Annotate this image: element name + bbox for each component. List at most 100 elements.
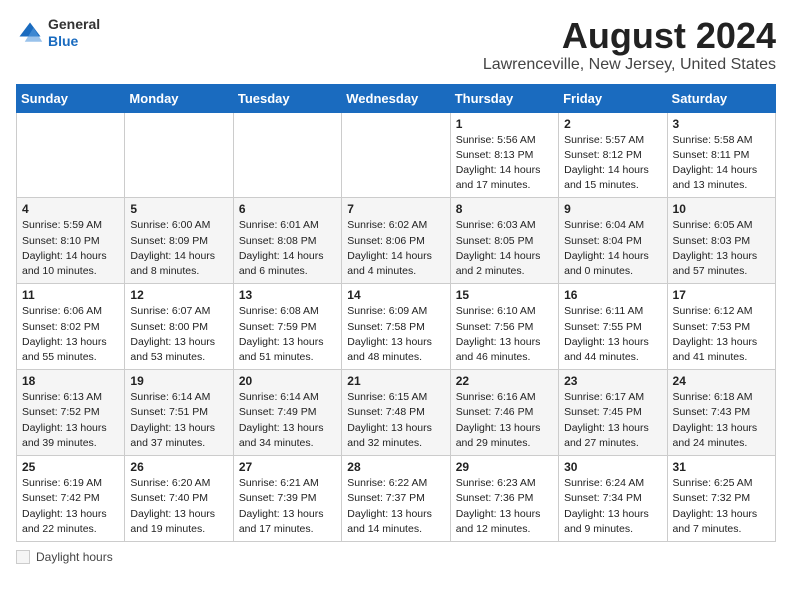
day-number: 15 (456, 288, 553, 302)
day-info: Sunrise: 6:03 AM Sunset: 8:05 PM Dayligh… (456, 218, 553, 279)
day-number: 4 (22, 202, 119, 216)
subtitle: Lawrenceville, New Jersey, United States (483, 56, 776, 74)
day-number: 25 (22, 460, 119, 474)
day-number: 20 (239, 374, 336, 388)
weekday-header: Tuesday (233, 84, 341, 112)
day-info: Sunrise: 5:58 AM Sunset: 8:11 PM Dayligh… (673, 133, 770, 194)
day-number: 22 (456, 374, 553, 388)
day-info: Sunrise: 5:59 AM Sunset: 8:10 PM Dayligh… (22, 218, 119, 279)
calendar-cell: 14 Sunrise: 6:09 AM Sunset: 7:58 PM Dayli… (342, 284, 450, 370)
calendar-week-row: 4 Sunrise: 5:59 AM Sunset: 8:10 PM Daylig… (17, 198, 776, 284)
day-number: 1 (456, 117, 553, 131)
daylight-label: Daylight hours (36, 550, 113, 564)
calendar-cell: 7Sunrise: 6:02 AM Sunset: 8:06 PM Daylig… (342, 198, 450, 284)
day-info: Sunrise: 6:24 AM Sunset: 7:34 PM Dayligh… (564, 476, 661, 537)
calendar-cell: 17Sunrise: 6:12 AM Sunset: 7:53 PM Dayli… (667, 284, 775, 370)
calendar-cell: 15 Sunrise: 6:10 AM Sunset: 7:56 PM Dayli… (450, 284, 558, 370)
calendar-cell: 10 Sunrise: 6:05 AM Sunset: 8:03 PM Dayli… (667, 198, 775, 284)
day-number: 26 (130, 460, 227, 474)
day-info: Sunrise: 5:56 AM Sunset: 8:13 PM Dayligh… (456, 133, 553, 194)
day-info: Sunrise: 6:08 AM Sunset: 7:59 PM Dayligh… (239, 304, 336, 365)
day-info: Sunrise: 6:19 AM Sunset: 7:42 PM Dayligh… (22, 476, 119, 537)
main-title: August 2024 (483, 16, 776, 56)
calendar-week-row: 11Sunrise: 6:06 AM Sunset: 8:02 PM Dayli… (17, 284, 776, 370)
day-info: Sunrise: 6:22 AM Sunset: 7:37 PM Dayligh… (347, 476, 444, 537)
day-info: Sunrise: 6:18 AM Sunset: 7:43 PM Dayligh… (673, 390, 770, 451)
day-info: Sunrise: 6:21 AM Sunset: 7:39 PM Dayligh… (239, 476, 336, 537)
calendar-week-row: 25 Sunrise: 6:19 AM Sunset: 7:42 PM Dayli… (17, 456, 776, 542)
calendar-cell: 30Sunrise: 6:24 AM Sunset: 7:34 PM Dayli… (559, 456, 667, 542)
calendar-cell: 6Sunrise: 6:01 AM Sunset: 8:08 PM Daylig… (233, 198, 341, 284)
calendar-cell: 21 Sunrise: 6:15 AM Sunset: 7:48 PM Dayli… (342, 370, 450, 456)
day-info: Sunrise: 6:20 AM Sunset: 7:40 PM Dayligh… (130, 476, 227, 537)
day-number: 7 (347, 202, 444, 216)
calendar-cell: 9 Sunrise: 6:04 AM Sunset: 8:04 PM Daylig… (559, 198, 667, 284)
calendar-cell: 11Sunrise: 6:06 AM Sunset: 8:02 PM Dayli… (17, 284, 125, 370)
day-number: 12 (130, 288, 227, 302)
day-info: Sunrise: 6:14 AM Sunset: 7:49 PM Dayligh… (239, 390, 336, 451)
day-number: 6 (239, 202, 336, 216)
logo-text: General Blue (48, 16, 100, 50)
calendar-cell: 31Sunrise: 6:25 AM Sunset: 7:32 PM Dayli… (667, 456, 775, 542)
day-number: 29 (456, 460, 553, 474)
day-info: Sunrise: 6:23 AM Sunset: 7:36 PM Dayligh… (456, 476, 553, 537)
calendar-cell: 29 Sunrise: 6:23 AM Sunset: 7:36 PM Dayli… (450, 456, 558, 542)
calendar-cell (17, 112, 125, 198)
day-info: Sunrise: 6:14 AM Sunset: 7:51 PM Dayligh… (130, 390, 227, 451)
day-info: Sunrise: 5:57 AM Sunset: 8:12 PM Dayligh… (564, 133, 661, 194)
day-info: Sunrise: 6:05 AM Sunset: 8:03 PM Dayligh… (673, 218, 770, 279)
weekday-header: Thursday (450, 84, 558, 112)
day-number: 10 (673, 202, 770, 216)
weekday-row: SundayMondayTuesdayWednesdayThursdayFrid… (17, 84, 776, 112)
logo-blue: Blue (48, 33, 78, 49)
daylight-box (16, 550, 30, 564)
calendar-header: SundayMondayTuesdayWednesdayThursdayFrid… (17, 84, 776, 112)
day-number: 17 (673, 288, 770, 302)
weekday-header: Saturday (667, 84, 775, 112)
calendar-week-row: 1 Sunrise: 5:56 AM Sunset: 8:13 PM Daylig… (17, 112, 776, 198)
calendar-cell: 22 Sunrise: 6:16 AM Sunset: 7:46 PM Dayli… (450, 370, 558, 456)
title-area: August 2024 Lawrenceville, New Jersey, U… (483, 16, 776, 74)
calendar-cell (125, 112, 233, 198)
calendar-cell: 12Sunrise: 6:07 AM Sunset: 8:00 PM Dayli… (125, 284, 233, 370)
day-info: Sunrise: 6:25 AM Sunset: 7:32 PM Dayligh… (673, 476, 770, 537)
weekday-header: Wednesday (342, 84, 450, 112)
day-info: Sunrise: 6:10 AM Sunset: 7:56 PM Dayligh… (456, 304, 553, 365)
day-info: Sunrise: 6:16 AM Sunset: 7:46 PM Dayligh… (456, 390, 553, 451)
logo-general: General (48, 16, 100, 32)
calendar-cell (233, 112, 341, 198)
day-info: Sunrise: 6:00 AM Sunset: 8:09 PM Dayligh… (130, 218, 227, 279)
calendar-cell: 3 Sunrise: 5:58 AM Sunset: 8:11 PM Daylig… (667, 112, 775, 198)
day-number: 27 (239, 460, 336, 474)
calendar-cell: 13Sunrise: 6:08 AM Sunset: 7:59 PM Dayli… (233, 284, 341, 370)
weekday-header: Friday (559, 84, 667, 112)
day-number: 24 (673, 374, 770, 388)
weekday-header: Sunday (17, 84, 125, 112)
calendar-cell: 27 Sunrise: 6:21 AM Sunset: 7:39 PM Dayli… (233, 456, 341, 542)
day-number: 16 (564, 288, 661, 302)
calendar-cell: 24 Sunrise: 6:18 AM Sunset: 7:43 PM Dayli… (667, 370, 775, 456)
calendar-cell: 8Sunrise: 6:03 AM Sunset: 8:05 PM Daylig… (450, 198, 558, 284)
calendar-cell: 28 Sunrise: 6:22 AM Sunset: 7:37 PM Dayli… (342, 456, 450, 542)
day-number: 2 (564, 117, 661, 131)
day-number: 9 (564, 202, 661, 216)
footer-note: Daylight hours (16, 550, 776, 564)
day-info: Sunrise: 6:15 AM Sunset: 7:48 PM Dayligh… (347, 390, 444, 451)
calendar-cell: 18 Sunrise: 6:13 AM Sunset: 7:52 PM Dayli… (17, 370, 125, 456)
calendar-body: 1 Sunrise: 5:56 AM Sunset: 8:13 PM Daylig… (17, 112, 776, 541)
day-number: 28 (347, 460, 444, 474)
logo: General Blue (16, 16, 100, 50)
day-info: Sunrise: 6:06 AM Sunset: 8:02 PM Dayligh… (22, 304, 119, 365)
day-info: Sunrise: 6:04 AM Sunset: 8:04 PM Dayligh… (564, 218, 661, 279)
calendar-week-row: 18 Sunrise: 6:13 AM Sunset: 7:52 PM Dayli… (17, 370, 776, 456)
day-number: 14 (347, 288, 444, 302)
calendar-cell: 16Sunrise: 6:11 AM Sunset: 7:55 PM Dayli… (559, 284, 667, 370)
day-info: Sunrise: 6:13 AM Sunset: 7:52 PM Dayligh… (22, 390, 119, 451)
day-number: 21 (347, 374, 444, 388)
day-info: Sunrise: 6:09 AM Sunset: 7:58 PM Dayligh… (347, 304, 444, 365)
day-number: 3 (673, 117, 770, 131)
day-number: 19 (130, 374, 227, 388)
calendar-cell: 19 Sunrise: 6:14 AM Sunset: 7:51 PM Dayli… (125, 370, 233, 456)
day-number: 18 (22, 374, 119, 388)
calendar-cell: 25 Sunrise: 6:19 AM Sunset: 7:42 PM Dayli… (17, 456, 125, 542)
